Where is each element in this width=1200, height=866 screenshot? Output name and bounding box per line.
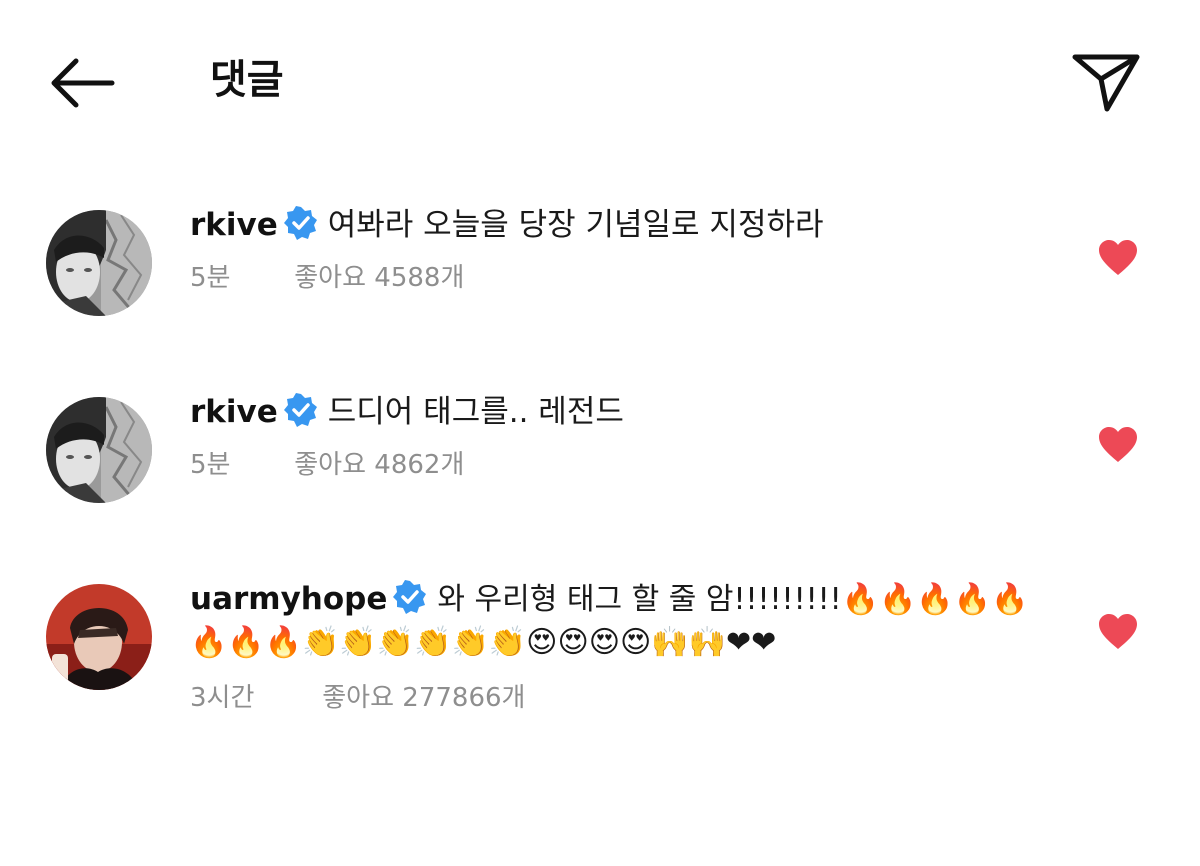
like-button[interactable]	[1098, 240, 1138, 276]
comment-timestamp: 3시간	[190, 683, 255, 713]
comment-username[interactable]: rkive	[190, 207, 278, 243]
page-title: 댓글	[210, 57, 284, 103]
comment-text: 여봐라 오늘을 당장 기념일로 지정하라	[327, 207, 824, 243]
like-button[interactable]	[1098, 614, 1138, 650]
verified-badge-icon	[283, 206, 317, 240]
avatar-image	[46, 210, 152, 316]
comment-like-count[interactable]: 좋아요 4862개	[294, 447, 464, 483]
comment-timestamp: 5분	[190, 263, 231, 293]
back-button[interactable]	[40, 48, 122, 118]
avatar[interactable]	[46, 397, 152, 503]
comment-timestamp: 5분	[190, 450, 231, 480]
avatar-image	[46, 397, 152, 503]
heart-icon	[1099, 427, 1137, 462]
avatar-image	[46, 584, 152, 690]
header-bar: 댓글	[0, 0, 1200, 160]
paper-plane-icon	[1072, 54, 1140, 112]
like-button[interactable]	[1098, 427, 1138, 463]
verified-badge-icon	[283, 393, 317, 427]
avatar[interactable]	[46, 584, 152, 690]
heart-icon	[1099, 240, 1137, 275]
arrow-left-icon	[51, 58, 115, 108]
avatar[interactable]	[46, 210, 152, 316]
comment-text: 드디어 태그를.. 레전드	[327, 394, 624, 430]
comment-like-count[interactable]: 좋아요 4588개	[294, 260, 464, 296]
comment-username[interactable]: rkive	[190, 394, 278, 430]
comment-username[interactable]: uarmyhope	[190, 581, 387, 617]
verified-badge-icon	[393, 580, 427, 614]
heart-icon	[1099, 614, 1137, 649]
share-button[interactable]	[1066, 44, 1146, 120]
comment-like-count[interactable]: 좋아요 277866개	[322, 680, 525, 716]
